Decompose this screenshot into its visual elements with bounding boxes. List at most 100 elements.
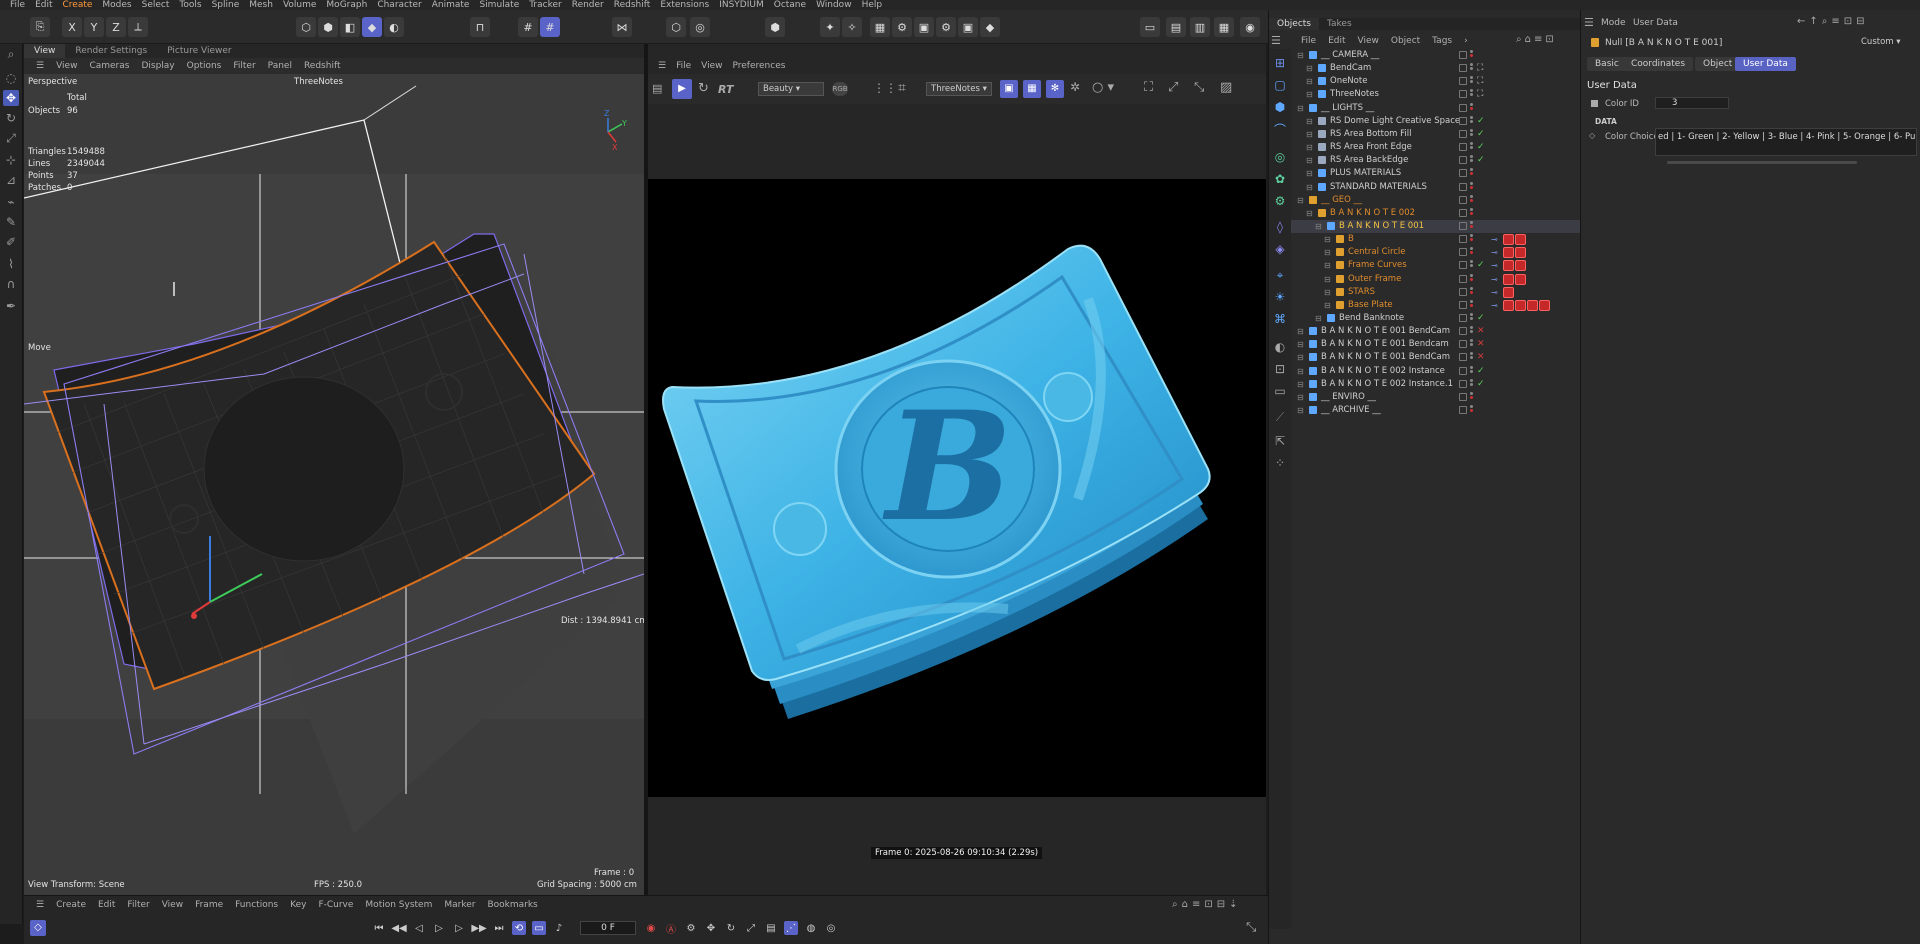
render-menu-file[interactable]: File (676, 61, 691, 71)
expand-toggle-icon[interactable]: ⊟ (1297, 194, 1304, 207)
menu-animate[interactable]: Animate (432, 0, 470, 10)
material-tag-icon[interactable] (1503, 234, 1514, 246)
expand-toggle-icon[interactable]: ⊟ (1306, 154, 1313, 167)
layer-icon[interactable] (1459, 261, 1467, 270)
disabled-x-icon[interactable]: ✕ (1477, 327, 1485, 336)
resize-icon[interactable]: ⤡ (1194, 80, 1204, 95)
link-tag-icon[interactable]: ⊸ (1491, 299, 1498, 312)
expand-toggle-icon[interactable]: ⊟ (1324, 233, 1331, 246)
menu-edit[interactable]: Edit (35, 0, 52, 10)
link-tag-icon[interactable]: ⊸ (1491, 246, 1498, 259)
transform-icon[interactable]: ⊿ (3, 172, 19, 188)
crop-icon[interactable]: ⌗ (898, 80, 906, 96)
scatter-icon[interactable]: ⁘ (1272, 455, 1288, 471)
hamburger-icon[interactable]: ☰ (1271, 34, 1281, 47)
expand-toggle-icon[interactable]: ⊟ (1324, 299, 1331, 312)
symmetry-icon[interactable]: ⋈ (612, 17, 632, 37)
export-icon[interactable]: ⇱ (1272, 433, 1288, 449)
attr-tab-basic[interactable]: Basic (1587, 57, 1627, 71)
layer-icon[interactable] (1459, 327, 1467, 336)
grid-icon[interactable]: ⋮⋮ (873, 81, 897, 95)
previous-frame-icon[interactable]: ◁ (412, 921, 426, 935)
expand-toggle-icon[interactable]: ⊟ (1306, 88, 1313, 101)
tab-takes[interactable]: Takes (1319, 18, 1360, 30)
expand-toggle-icon[interactable]: ⊟ (1306, 115, 1313, 128)
timeline-menu-motion-system[interactable]: Motion System (365, 900, 432, 910)
timeline-tools[interactable]: ⌕⌂≡⊡⊟⇣ (1172, 899, 1241, 910)
layer-icon[interactable] (1459, 406, 1467, 415)
object-row[interactable]: ⊟ ThreeNotes ⛶ (1291, 88, 1581, 101)
enabled-check-icon[interactable]: ✓ (1477, 261, 1485, 270)
expand-toggle-icon[interactable]: ⊟ (1306, 207, 1313, 220)
expand-toggle-icon[interactable]: ⊟ (1315, 312, 1322, 325)
timeline-menu-marker[interactable]: Marker (444, 900, 475, 910)
visibility-dots[interactable] (1470, 50, 1473, 60)
expand-toggle-icon[interactable]: ⊟ (1297, 325, 1304, 338)
go-to-end-icon[interactable]: ⏭ (492, 921, 506, 935)
hamburger-icon[interactable]: ☰ (1584, 16, 1594, 29)
object-row[interactable]: ⊟ RS Area Front Edge ✓ (1291, 141, 1581, 154)
layer-icon[interactable] (1459, 77, 1467, 86)
color-id-field[interactable]: 3 (1655, 97, 1729, 109)
play-icon[interactable]: ▷ (432, 921, 446, 935)
timeline-menu-edit[interactable]: Edit (98, 900, 115, 910)
layer-icon[interactable] (1459, 353, 1467, 362)
object-row[interactable]: ⊟ B A N K N O T E 001 Bendcam ✕ (1291, 338, 1581, 351)
aov-dropdown[interactable]: Beauty ▾ (758, 82, 824, 96)
snowflake-outline-icon[interactable]: ✲ (1070, 80, 1080, 94)
sound-icon[interactable]: ♪ (552, 921, 566, 935)
menu-help[interactable]: Help (862, 0, 883, 10)
perspective-viewport[interactable]: View Render Settings Picture Viewer ☰ Vi… (24, 44, 644, 921)
scale-icon[interactable]: ⤢ (3, 130, 19, 146)
viewport-menu-panel[interactable]: Panel (268, 61, 292, 71)
timeline-icon[interactable]: ▤ (1166, 17, 1186, 37)
visibility-dots[interactable] (1470, 352, 1473, 362)
viewport-canvas[interactable]: Y Z X Perspective ThreeNotes Total Objec… (24, 74, 644, 921)
object-row[interactable]: ⊟ PLUS MATERIALS (1291, 167, 1581, 180)
expand-toggle-icon[interactable]: ⊟ (1324, 246, 1331, 259)
scene-icon[interactable]: ⊡ (1272, 361, 1288, 377)
layer-icon[interactable] (1459, 392, 1467, 401)
motion-clip-icon[interactable]: ◍ (804, 921, 818, 935)
lock-icon[interactable]: ▣ (1000, 80, 1018, 98)
expand-toggle-icon[interactable]: ⊟ (1324, 286, 1331, 299)
viewport-menu-options[interactable]: Options (187, 61, 222, 71)
character-icon[interactable]: ✦ (820, 17, 840, 37)
move-icon[interactable]: ✥ (3, 90, 19, 106)
object-row[interactable]: ⊟ __ GEO __ (1291, 194, 1581, 207)
tab-picture-viewer[interactable]: Picture Viewer (157, 44, 241, 58)
menu-create[interactable]: Create (63, 0, 93, 10)
objects-menu-object[interactable]: Object (1391, 36, 1420, 46)
color-choice-field[interactable]: ed | 1- Green | 2- Yellow | 3- Blue | 4-… (1655, 128, 1917, 156)
current-frame-field[interactable]: 0 F (580, 921, 636, 935)
timeline-menu-functions[interactable]: Functions (235, 900, 278, 910)
object-row[interactable]: ⊟ __ ARCHIVE __ (1291, 404, 1581, 417)
clapper-icon[interactable]: ▦ (1214, 17, 1234, 37)
deformer-icon[interactable]: ◊ (1272, 219, 1288, 235)
mograph-icon[interactable]: ✿ (1272, 171, 1288, 187)
visibility-dots[interactable] (1470, 63, 1473, 73)
camera-target-icon[interactable]: ⛶ (1477, 77, 1485, 86)
visibility-dots[interactable] (1470, 260, 1473, 270)
rotate-icon[interactable]: ↻ (3, 110, 19, 126)
visibility-dots[interactable] (1470, 207, 1473, 218)
keyframe-mode-icon[interactable]: ◇ (30, 920, 46, 936)
record-icon[interactable]: ◉ (644, 921, 658, 935)
generator-icon[interactable]: ◎ (1272, 149, 1288, 165)
film-icon[interactable]: ▥ (1190, 17, 1210, 37)
material-tag-icon[interactable] (1527, 299, 1538, 311)
link-tag-icon[interactable]: ⊸ (1491, 273, 1498, 286)
material-tag-icon[interactable] (1503, 260, 1514, 272)
material-tag-icon[interactable] (1539, 299, 1550, 311)
camera-target-icon[interactable]: ⛶ (1477, 64, 1485, 73)
knife-icon[interactable]: ⌁ (3, 194, 19, 210)
objects-menu-tags[interactable]: Tags (1432, 36, 1452, 46)
disabled-x-icon[interactable]: ✕ (1477, 340, 1485, 349)
select-icon[interactable]: ◌ (3, 70, 19, 86)
layer-icon[interactable] (1459, 340, 1467, 349)
rgb-icon[interactable]: RGB (832, 82, 848, 96)
hierarchy-icon[interactable]: ⊞ (1272, 55, 1288, 71)
expand-toggle-icon[interactable]: ⊟ (1306, 128, 1313, 141)
brush-icon[interactable]: ✎ (3, 214, 19, 230)
object-row[interactable]: ⊟ RS Area BackEdge ✓ (1291, 154, 1581, 167)
